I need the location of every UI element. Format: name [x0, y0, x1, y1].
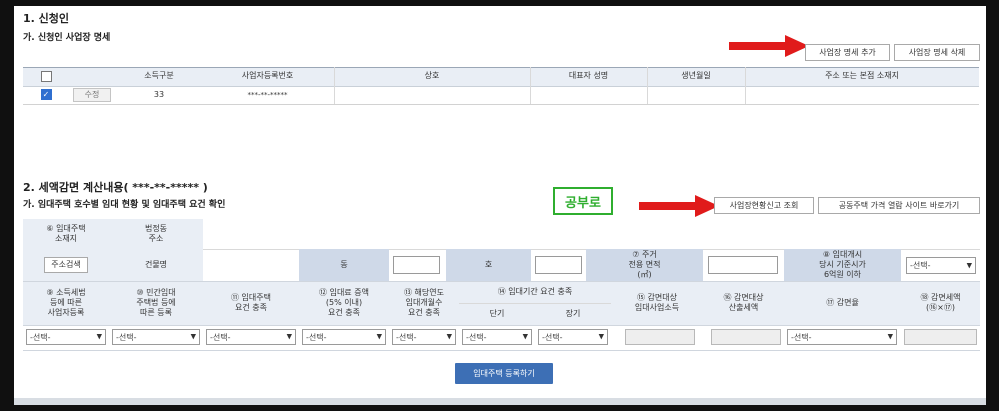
building-name-label: 건물명 — [109, 249, 203, 281]
business-report-lookup-button[interactable]: 사업장현황신고 조회 — [714, 197, 814, 214]
price-limit-select[interactable]: -선택- ▼ — [906, 257, 976, 274]
area-label: ⑦ 주거 전용 면적 (㎡) — [586, 249, 703, 281]
reduction-amount-field — [904, 329, 977, 345]
building-name-value — [203, 249, 299, 281]
chevron-down-icon: ▼ — [446, 332, 452, 341]
col-reduction-rate: ⑰ 감면율 — [826, 298, 859, 307]
reduction-rate-select[interactable]: -선택- ▼ — [787, 329, 897, 345]
biz-registration-select[interactable]: -선택- ▼ — [26, 329, 106, 345]
short-term-select[interactable]: -선택- ▼ — [462, 329, 532, 345]
legal-dong-label: 법정동 주소 — [109, 219, 203, 249]
col-rent-increase-requirement: ⑫ 임대료 증액 (5% 이내) 요건 충족 — [319, 288, 369, 317]
app-frame: 1. 신청인 가. 신청인 사업장 명세 사업장 명세 추가 사업장 명세 삭제… — [14, 6, 986, 405]
chevron-down-icon: ▼ — [887, 332, 893, 341]
red-arrow-icon — [639, 195, 719, 217]
ho-label: 호 — [446, 249, 531, 281]
chevron-down-icon: ▼ — [286, 332, 292, 341]
rental-months-select[interactable]: -선택- ▼ — [392, 329, 456, 345]
row-biz-number: ***-**-***** — [247, 90, 288, 99]
price-limit-label: ⑧ 임대개시 당시 기준시가 6억원 이하 — [784, 249, 901, 281]
col-rental-months-requirement: ⑬ 해당연도 임대개월수 요건 충족 — [404, 288, 444, 317]
ho-input[interactable] — [535, 256, 582, 274]
col-address: 주소 또는 본점 소재지 — [825, 71, 899, 80]
section2-subtitle: 가. 임대주택 호수별 임대 현황 및 임대주택 요건 확인 — [23, 200, 226, 210]
chevron-down-icon: ▼ — [966, 261, 972, 270]
long-term-select[interactable]: -선택- ▼ — [538, 329, 608, 345]
stamp-label: 공부로 — [553, 187, 613, 215]
col-biz-registration: ⑨ 소득세법 등에 따른 사업자등록 — [46, 288, 86, 317]
chevron-down-icon: ▼ — [598, 332, 604, 341]
bottom-scrollbar[interactable] — [14, 398, 986, 405]
chevron-down-icon: ▼ — [376, 332, 382, 341]
col-reduction-amount: ⑱ 감면세액 (⑯×⑰) — [920, 293, 961, 312]
addr-search-cell: 주소검색 — [23, 249, 109, 281]
add-workplace-button[interactable]: 사업장 명세 추가 — [805, 44, 890, 61]
col-rental-period-requirement: ⑭ 임대기간 요건 충족 — [497, 287, 573, 296]
row-income-type: 33 — [153, 89, 165, 99]
legal-dong-value — [203, 219, 980, 250]
chevron-down-icon: ▼ — [96, 332, 102, 341]
chevron-down-icon: ▼ — [522, 332, 528, 341]
eligible-tax-field — [711, 329, 781, 345]
edit-row-button[interactable]: 수정 — [73, 88, 111, 102]
delete-workplace-button[interactable]: 사업장 명세 삭제 — [894, 44, 980, 61]
dong-label: 동 — [299, 249, 389, 281]
rental-housing-select[interactable]: -선택- ▼ — [206, 329, 296, 345]
select-all-cell — [23, 67, 69, 85]
dong-input[interactable] — [393, 256, 440, 274]
eligible-income-field — [625, 329, 695, 345]
col-rental-housing-requirement: ⑪ 임대주택 요건 충족 — [231, 293, 271, 312]
col-birthdate: 생년월일 — [681, 71, 711, 80]
section2-title: 2. 세액감면 계산내용( ***-**-***** ) — [23, 181, 208, 194]
row-checkbox-cell: ✓ — [23, 85, 69, 104]
chevron-down-icon: ▼ — [190, 332, 196, 341]
row-checkbox[interactable]: ✓ — [40, 89, 52, 100]
col-business-name: 상호 — [424, 71, 440, 80]
section1-subtitle: 가. 신청인 사업장 명세 — [23, 33, 111, 43]
col-eligible-income: ⑮ 감면대상 임대사업소득 — [634, 293, 680, 312]
address-search-button[interactable]: 주소검색 — [44, 257, 88, 273]
col-representative: 대표자 성명 — [568, 71, 609, 80]
col-eligible-tax: ⑯ 감면대상 산출세액 — [723, 293, 764, 312]
col-long-term: 장기 — [565, 309, 581, 318]
col-short-term: 단기 — [489, 309, 505, 318]
location-label: ⑥ 임대주택 소재지 — [23, 219, 109, 249]
area-input[interactable] — [708, 256, 778, 274]
col-income-type: 소득구분 — [144, 71, 174, 80]
rent-increase-select[interactable]: -선택- ▼ — [302, 329, 386, 345]
col-biz-number: 사업자등록번호 — [241, 71, 294, 80]
select-all-checkbox[interactable] — [40, 70, 52, 82]
col-private-rental-registration: ⑩ 민간임대 주택법 등에 따른 등록 — [136, 288, 176, 317]
housing-price-site-button[interactable]: 공동주택 가격 열람 사이트 바로가기 — [818, 197, 980, 214]
register-rental-housing-button[interactable]: 임대주택 등록하기 — [455, 363, 553, 384]
section1-title: 1. 신청인 — [23, 12, 70, 25]
red-arrow-icon — [729, 35, 809, 57]
private-rental-select[interactable]: -선택- ▼ — [112, 329, 200, 345]
